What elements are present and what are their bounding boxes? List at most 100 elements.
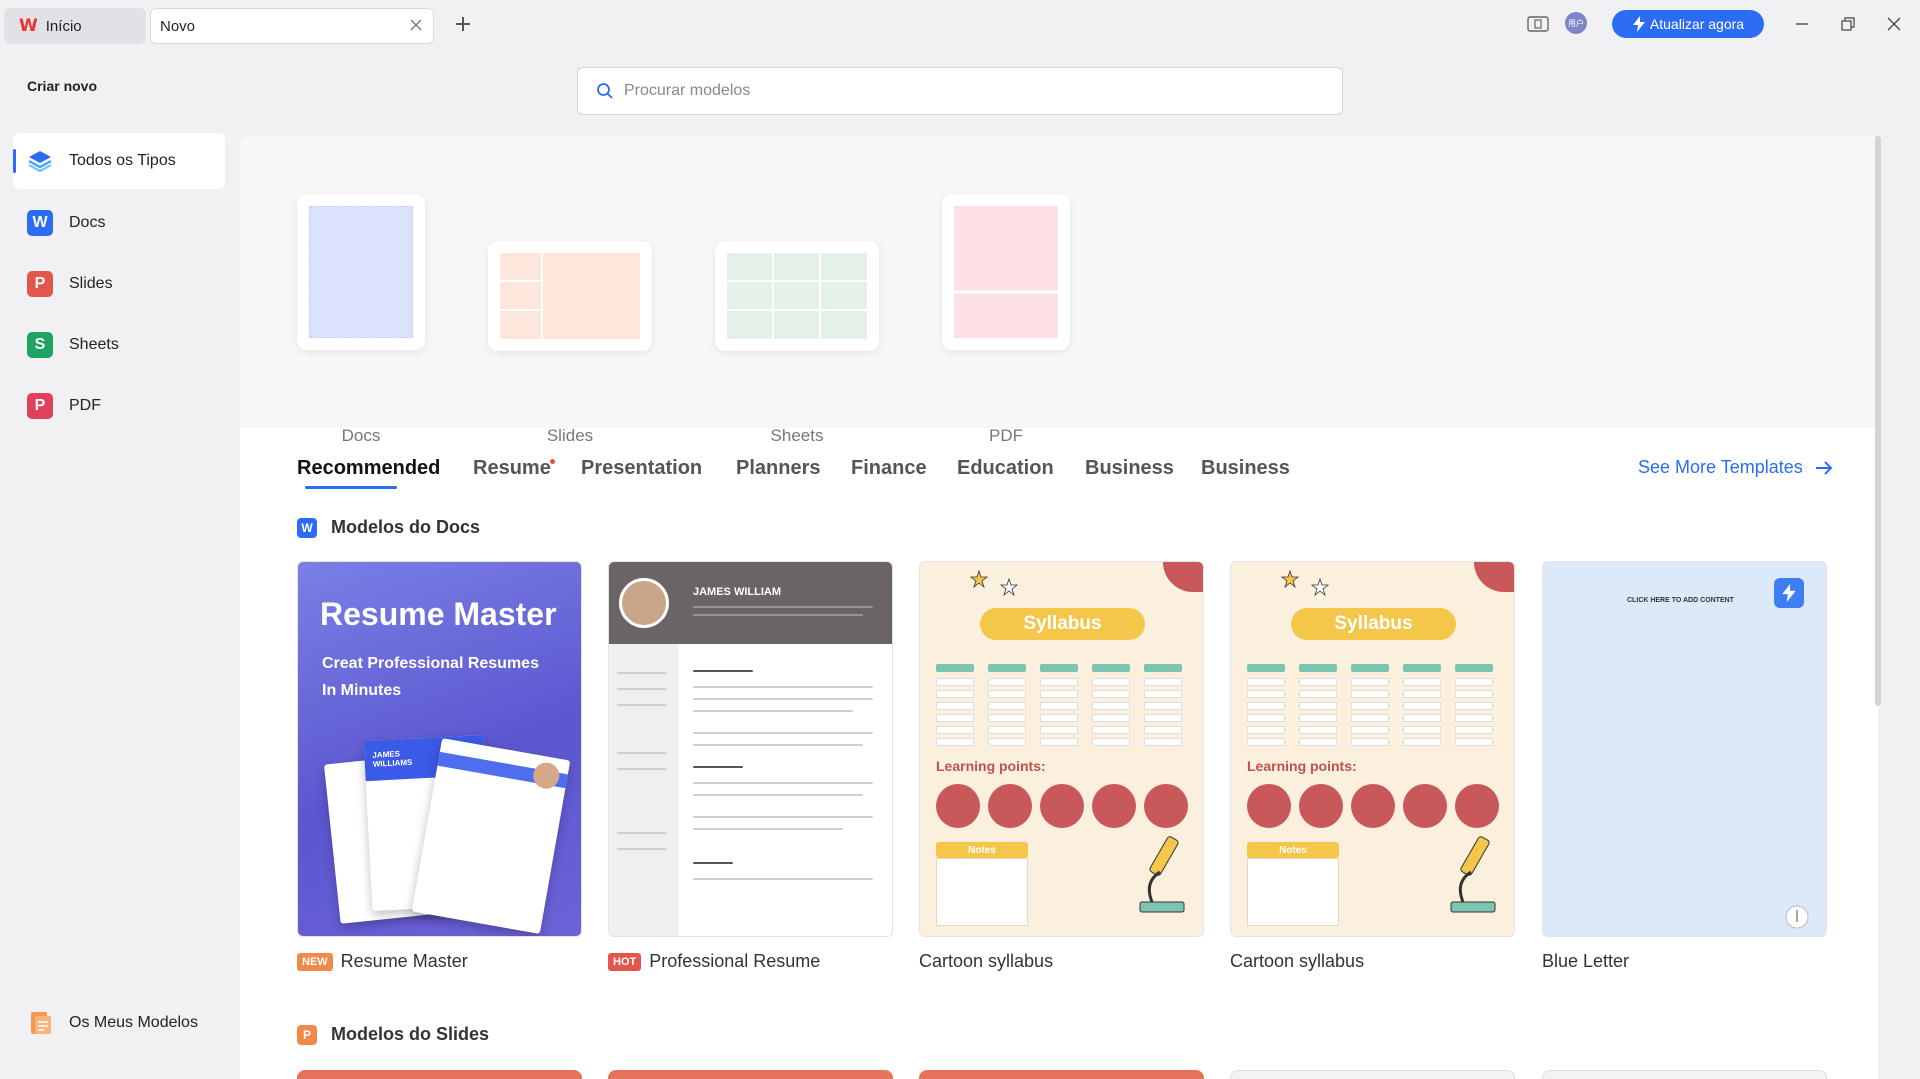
text-line [693,744,863,746]
corner-decoration [1474,562,1514,592]
template-card-cartoon-syllabus-2[interactable]: Syllabus Learning points: Notes Cartoon … [1230,561,1515,972]
tab-new[interactable]: Novo [150,8,434,44]
template-card-professional-resume[interactable]: JAMES WILLIAM HOT Professional Resume [608,561,893,972]
slides-template-peek[interactable] [1542,1070,1827,1079]
minimize-icon[interactable] [1794,16,1810,32]
text-line [693,816,873,818]
scrollbar[interactable] [1875,136,1881,706]
microscope-icon [1139,836,1185,913]
avatar[interactable]: 用户 [1565,12,1587,34]
text-line [617,752,667,754]
text-line [617,768,667,770]
thumb-subheadline: Creat Professional Resumes In Minutes [322,655,539,699]
template-thumbnail: Syllabus Learning points: Notes [1230,561,1515,937]
template-caption: Cartoon syllabus [919,951,1204,972]
microscope-icon [1450,836,1496,913]
hot-badge: HOT [608,952,642,971]
tab-home[interactable]: W Início [4,8,146,44]
sidebar-item-slides[interactable]: P Slides [13,256,225,312]
tab-recommended[interactable]: Recommended [297,457,440,480]
syllabus-banner: Syllabus [1291,608,1456,640]
tab-business-2[interactable]: Business [1201,457,1290,480]
restore-icon[interactable] [1840,16,1856,32]
tab-planners[interactable]: Planners [736,457,820,480]
slides-template-peek[interactable] [608,1070,893,1079]
text-line [617,832,667,834]
create-pdf-card[interactable]: PDF [942,194,1070,445]
template-card-resume-master[interactable]: Resume Master Creat Professional Resumes… [297,561,582,972]
docs-icon: W [297,517,317,538]
tab-finance[interactable]: Finance [851,457,927,480]
template-thumbnail: JAMES WILLIAM [608,561,893,937]
tab-new-label: Novo [160,17,196,35]
template-name: Blue Letter [1542,951,1630,971]
sidebar-item-sheets[interactable]: S Sheets [13,317,225,373]
sidebar-title: Criar novo [27,78,98,94]
notes-label: Notes [936,842,1028,858]
notes-box [1247,858,1339,926]
slides-template-peek[interactable] [1230,1070,1515,1079]
close-tab-icon[interactable] [408,17,424,33]
template-thumbnail: Syllabus Learning points: Notes [919,561,1204,937]
sidebar-item-label: Slides [69,275,113,292]
sheets-blank-preview [715,241,879,351]
text-line [693,878,873,880]
slides-template-peek[interactable] [297,1070,582,1079]
my-templates-icon [27,1010,53,1036]
create-docs-label: Docs [341,426,381,445]
close-window-icon[interactable] [1886,16,1902,32]
tab-resume[interactable]: Resume [473,457,551,480]
sidebar-my-templates[interactable]: Os Meus Modelos [13,995,225,1051]
slides-template-peek[interactable] [919,1070,1204,1079]
text-line [693,766,743,768]
title-bar: W Início Novo 用户 Atualizar agora [0,0,1920,50]
text-line [617,704,667,706]
paper-name: JAMES WILLIAMS [372,749,413,769]
create-sheets-card[interactable]: Sheets [715,241,879,445]
tab-presentation[interactable]: Presentation [581,457,702,480]
tab-education[interactable]: Education [957,457,1054,480]
upgrade-label: Atualizar agora [1649,16,1745,32]
template-thumbnail: CLICK HERE TO ADD CONTENT [1542,561,1827,937]
sidebar-item-label: Todos os Tipos [69,152,176,169]
resume-name: JAMES WILLIAM [693,586,781,598]
create-docs-card[interactable]: Docs [297,194,425,445]
slides-section-title: P Modelos do Slides [297,1024,489,1045]
search-box[interactable] [577,67,1343,115]
create-slides-card[interactable]: Slides [488,241,652,445]
reading-mode-icon[interactable] [1526,14,1550,34]
template-caption: HOT Professional Resume [608,951,893,972]
text-line [693,794,863,796]
pdf-icon: P [27,393,53,419]
create-pdf-label: PDF [989,426,1023,445]
slides-icon: P [297,1024,317,1045]
learning-points-heading: Learning points: [936,758,1046,774]
resume-photo [619,578,669,628]
sidebar-item-all-types[interactable]: Todos os Tipos [13,133,225,189]
star-icon [1311,578,1329,596]
corner-decoration [1163,562,1203,592]
text-line [693,862,733,864]
slides-blank-preview [488,241,652,351]
template-thumbnail: Resume Master Creat Professional Resumes… [297,561,582,937]
template-caption: Blue Letter [1542,951,1827,972]
tab-business[interactable]: Business [1085,457,1174,480]
sidebar-item-pdf[interactable]: P PDF [13,378,225,434]
slides-icon: P [27,271,53,297]
text-line [693,782,873,784]
search-input[interactable] [624,82,1304,100]
see-more-templates-link[interactable]: See More Templates [1638,457,1833,478]
template-card-cartoon-syllabus[interactable]: Syllabus Learning points: Notes Cartoon … [919,561,1204,972]
sidebar-item-label: Docs [69,214,106,231]
upgrade-button[interactable]: Atualizar agora [1612,10,1764,38]
notes-label: Notes [1247,842,1339,858]
template-card-blue-letter[interactable]: CLICK HERE TO ADD CONTENT Blue Letter [1542,561,1827,972]
letter-placeholder-text: CLICK HERE TO ADD CONTENT [1627,597,1734,604]
docs-icon: W [27,210,53,236]
create-slides-label: Slides [546,426,594,445]
syllabus-banner: Syllabus [980,608,1145,640]
sidebar-item-docs[interactable]: W Docs [13,195,225,251]
lightning-badge-icon [1774,578,1804,608]
new-tab-plus-icon[interactable] [452,13,474,35]
star-icon [970,570,988,588]
